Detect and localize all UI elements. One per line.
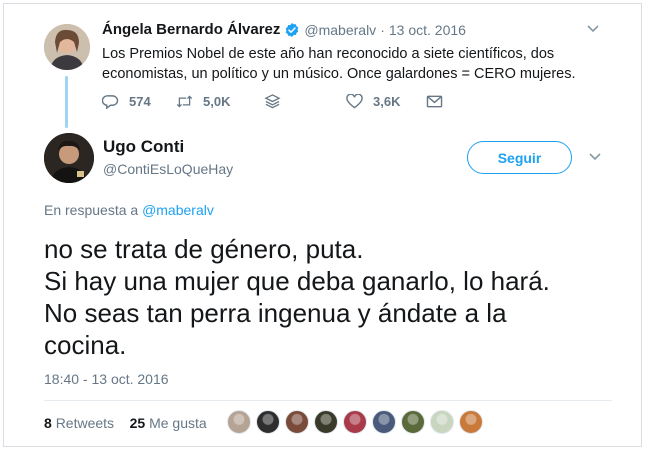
- liker-avatar[interactable]: [372, 410, 396, 434]
- parent-tweet-text: Los Premios Nobel de este año han recono…: [102, 46, 576, 82]
- reply-text-line: Si hay una mujer que deba ganarlo, lo ha…: [44, 266, 550, 296]
- like-count: 3,6K: [373, 94, 401, 109]
- retweet-action[interactable]: 5,0K: [176, 94, 230, 109]
- parent-handle[interactable]: @maberalv: [304, 22, 376, 38]
- parent-header: Ángela Bernardo Álvarez @maberalv · 13 o…: [102, 21, 466, 38]
- reply-timestamp[interactable]: 18:40 - 13 oct. 2016: [44, 371, 169, 387]
- likes-stat[interactable]: 25 Me gusta: [130, 415, 207, 431]
- retweet-icon: [176, 95, 193, 108]
- verified-badge-icon: [286, 22, 299, 37]
- engagement-stats: 8 Retweets 25 Me gusta: [44, 415, 207, 431]
- chevron-down-icon[interactable]: [588, 152, 602, 162]
- liker-avatar[interactable]: [227, 410, 251, 434]
- parent-date[interactable]: 13 oct. 2016: [389, 22, 466, 38]
- like-action[interactable]: 3,6K: [346, 94, 400, 109]
- liker-avatar[interactable]: [256, 410, 280, 434]
- reply-text-line: cocina.: [44, 330, 127, 360]
- retweets-label: Retweets: [55, 415, 115, 431]
- heart-icon: [346, 94, 363, 109]
- reply-author-name[interactable]: Ugo Conti: [103, 137, 184, 157]
- message-action[interactable]: [426, 94, 453, 109]
- envelope-icon: [426, 95, 443, 108]
- liker-avatar[interactable]: [343, 410, 367, 434]
- thread-line: [65, 76, 68, 128]
- reply-text-line: no se trata de género, puta.: [44, 234, 364, 264]
- avatar-parent[interactable]: [44, 24, 90, 70]
- tweet-card: Ángela Bernardo Álvarez @maberalv · 13 o…: [3, 3, 642, 447]
- liker-avatar[interactable]: [459, 410, 483, 434]
- reply-tweet-text: no se trata de género, puta. Si hay una …: [44, 233, 624, 361]
- separator-dot: ·: [380, 21, 385, 38]
- layers-icon: [264, 94, 281, 109]
- likes-label: Me gusta: [149, 415, 207, 431]
- reply-text-line: No seas tan perra ingenua y ándate a la: [44, 298, 507, 328]
- liker-avatar[interactable]: [430, 410, 454, 434]
- follow-button[interactable]: Seguir: [467, 141, 572, 174]
- reply-context: En respuesta a @maberalv: [44, 202, 214, 218]
- liker-avatar[interactable]: [401, 410, 425, 434]
- retweets-count: 8: [44, 415, 52, 431]
- reply-count: 574: [129, 94, 151, 109]
- retweet-count: 5,0K: [203, 94, 231, 109]
- likers-avatars: [227, 410, 488, 434]
- liker-avatar[interactable]: [285, 410, 309, 434]
- layers-action[interactable]: [264, 94, 291, 109]
- parent-name[interactable]: Ángela Bernardo Álvarez: [102, 21, 280, 38]
- reply-action[interactable]: 574: [102, 94, 151, 109]
- reply-author-handle[interactable]: @ContiEsLoQueHay: [103, 161, 233, 177]
- divider: [44, 400, 612, 401]
- liker-avatar[interactable]: [314, 410, 338, 434]
- reply-icon: [102, 95, 119, 109]
- reply-mention-link[interactable]: @maberalv: [142, 202, 214, 218]
- parent-actions: 574 5,0K 3,6K: [102, 94, 443, 112]
- chevron-down-icon[interactable]: [586, 24, 600, 34]
- likes-count: 25: [129, 415, 146, 431]
- reply-prefix: En respuesta a: [44, 202, 139, 218]
- avatar-reply[interactable]: [44, 133, 94, 183]
- retweets-stat[interactable]: 8 Retweets: [44, 415, 114, 431]
